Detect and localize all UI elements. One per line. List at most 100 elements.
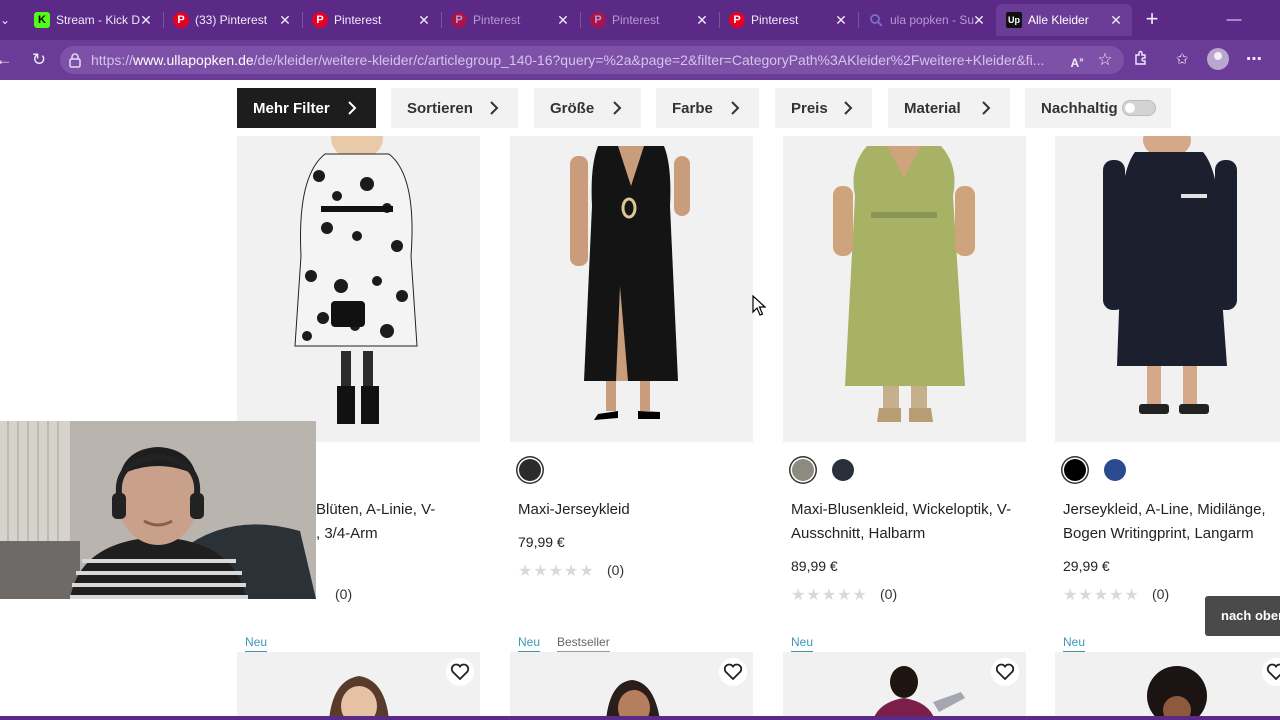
more-menu-icon[interactable]: ⋯: [1244, 50, 1264, 70]
rating-stars-icon: ★★★★★: [791, 587, 868, 604]
minimize-icon[interactable]: —: [1222, 10, 1246, 30]
product-photo: [873, 666, 965, 720]
material-label: Material: [904, 99, 961, 117]
tab-kick[interactable]: K Stream - Kick D ✕: [24, 4, 162, 36]
product-price: 79,99 €: [518, 534, 565, 550]
product-image[interactable]: [1055, 136, 1280, 442]
size-filter-button[interactable]: Größe: [534, 88, 641, 128]
chevron-right-icon: [844, 101, 853, 115]
tab-pinterest-5[interactable]: P Pinterest ✕: [719, 4, 857, 36]
product-photo: [570, 146, 690, 420]
product-image[interactable]: [510, 136, 753, 442]
close-icon[interactable]: ✕: [555, 12, 571, 28]
size-label: Größe: [550, 99, 595, 117]
product-name-line: Ausschnitt, Halbarm: [791, 525, 926, 542]
back-icon[interactable]: ←: [0, 48, 16, 72]
product-image[interactable]: [510, 652, 753, 720]
close-icon[interactable]: ✕: [694, 12, 710, 28]
product-photo: [294, 136, 418, 424]
tab-pinterest-4[interactable]: P Pinterest ✕: [580, 4, 718, 36]
product-name-line: Maxi-Blusenkleid, Wickeloptik, V-: [791, 501, 1012, 518]
product-image[interactable]: [1055, 652, 1280, 720]
color-filter-button[interactable]: Farbe: [656, 88, 759, 128]
product-image[interactable]: [237, 652, 480, 720]
close-icon[interactable]: ✕: [138, 12, 154, 28]
badge-new: Neu: [791, 635, 814, 652]
product-photo: [833, 146, 975, 422]
badge-new: Neu: [518, 635, 541, 652]
profile-avatar[interactable]: [1207, 48, 1229, 70]
material-filter-button[interactable]: Material: [888, 88, 1010, 128]
close-icon[interactable]: ✕: [1108, 12, 1124, 28]
rating-count: (0): [1152, 586, 1170, 602]
favorites-icon[interactable]: ✩: [1172, 50, 1192, 70]
product-image[interactable]: [237, 136, 480, 442]
close-icon[interactable]: ✕: [416, 12, 432, 28]
url-host: www.ullapopken.de: [133, 52, 254, 68]
close-icon[interactable]: ✕: [971, 12, 987, 28]
product-name[interactable]: Jerseykleid, A-Line, Midilänge, Bogen Wr…: [1063, 498, 1266, 546]
color-swatch[interactable]: [1104, 459, 1126, 481]
rating-count: (0): [880, 586, 898, 602]
product-name[interactable]: Blüten, A-Linie, V- , 3/4-Arm: [316, 498, 435, 546]
tab-pinterest-3[interactable]: P Pinterest ✕: [441, 4, 579, 36]
color-swatch[interactable]: [519, 459, 541, 481]
product-name[interactable]: Maxi-Blusenkleid, Wickeloptik, V- Aussch…: [791, 498, 1011, 546]
ullapopken-favicon-icon: Up: [1006, 12, 1022, 28]
more-filters-button[interactable]: Mehr Filter: [237, 88, 376, 128]
sustainable-label: Nachhaltig: [1041, 99, 1118, 117]
badge-new: Neu: [245, 635, 268, 652]
chevron-right-icon: [348, 101, 357, 115]
read-aloud-icon[interactable]: A»: [1067, 50, 1087, 70]
tab-actions-icon[interactable]: ⌄: [0, 10, 12, 30]
sort-button[interactable]: Sortieren: [391, 88, 518, 128]
webcam-overlay: [0, 421, 316, 599]
product-image[interactable]: [783, 136, 1026, 442]
more-filters-label: Mehr Filter: [253, 99, 330, 117]
mouse-cursor-icon: [752, 295, 766, 316]
color-swatch[interactable]: [832, 459, 854, 481]
color-label: Farbe: [672, 99, 713, 117]
product-name[interactable]: Maxi-Jerseykleid: [518, 498, 630, 522]
pinterest-favicon-icon: P: [312, 12, 328, 28]
rating-count: (0): [335, 586, 353, 602]
tab-search[interactable]: ula popken - Su ✕: [858, 4, 995, 36]
pinterest-favicon-icon: P: [729, 12, 745, 28]
search-icon: [868, 12, 884, 28]
reload-icon[interactable]: ↻: [27, 48, 51, 72]
wishlist-heart-icon[interactable]: [719, 658, 747, 686]
pinterest-favicon-icon: P: [173, 12, 189, 28]
tab-alle-kleider[interactable]: Up Alle Kleider ✕: [996, 4, 1132, 36]
wishlist-heart-icon[interactable]: [991, 658, 1019, 686]
url-scheme: https://: [91, 52, 134, 68]
tab-pinterest-1[interactable]: P (33) Pinterest ✕: [163, 4, 301, 36]
extensions-icon[interactable]: [1131, 50, 1151, 70]
color-swatch[interactable]: [792, 459, 814, 481]
color-swatch[interactable]: [1064, 459, 1086, 481]
badge-new: Neu: [1063, 635, 1086, 652]
wishlist-heart-icon[interactable]: [446, 658, 474, 686]
close-icon[interactable]: ✕: [833, 12, 849, 28]
url-text[interactable]: https://www.ullapopken.de/de/kleider/wei…: [91, 51, 1061, 69]
product-image[interactable]: [783, 652, 1026, 720]
close-icon[interactable]: ✕: [277, 12, 293, 28]
product-photo: [329, 676, 389, 720]
product-name-line: Blüten, A-Linie, V-: [316, 501, 436, 518]
chevron-right-icon: [613, 101, 622, 115]
sustainable-toggle[interactable]: [1122, 100, 1156, 116]
wishlist-heart-icon[interactable]: [1262, 658, 1280, 686]
product-photo: [606, 680, 660, 720]
webcam-image: [0, 421, 316, 599]
new-tab-button[interactable]: +: [1140, 8, 1164, 32]
window-bottom-edge: [0, 716, 1280, 720]
rating-count: (0): [607, 562, 625, 578]
rating-stars-icon: ★★★★★: [1063, 587, 1140, 604]
kick-favicon-icon: K: [34, 12, 50, 28]
lock-icon[interactable]: [68, 52, 82, 68]
back-to-top-button[interactable]: nach oben: [1205, 596, 1280, 636]
favorite-star-icon[interactable]: ☆: [1095, 50, 1115, 70]
pinterest-favicon-icon: P: [451, 12, 467, 28]
price-filter-button[interactable]: Preis: [775, 88, 872, 128]
chevron-right-icon: [731, 101, 740, 115]
tab-pinterest-2[interactable]: P Pinterest ✕: [302, 4, 440, 36]
